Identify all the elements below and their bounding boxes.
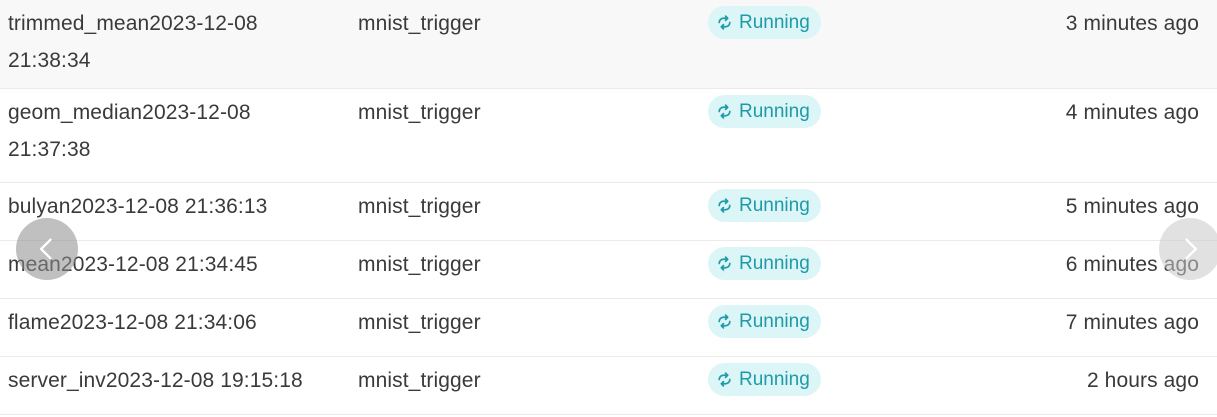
run-trigger: mnist_trigger [358,311,481,334]
chevron-left-icon [40,238,52,260]
run-trigger: mnist_trigger [358,253,481,276]
status-label: Running [739,369,810,390]
status-label: Running [739,253,810,274]
status-badge: Running [708,247,821,280]
sync-icon [718,15,731,30]
status-label: Running [739,12,810,33]
run-trigger: mnist_trigger [358,195,481,218]
table-row[interactable]: bulyan2023-12-08 21:36:13 mnist_trigger … [0,183,1217,241]
table-row[interactable]: geom_median2023-12-08 21:37:38 mnist_tri… [0,89,1217,183]
run-trigger: mnist_trigger [358,12,481,35]
sync-icon [718,314,731,329]
run-time: 4 minutes ago [1065,101,1199,124]
status-badge: Running [708,189,821,222]
run-time: 3 minutes ago [1065,12,1199,35]
run-trigger: mnist_trigger [358,369,481,392]
status-label: Running [739,195,810,216]
sync-icon [718,198,731,213]
run-name: flame2023-12-08 21:34:06 [8,311,257,334]
status-badge: Running [708,95,821,128]
table-row[interactable]: trimmed_mean2023-12-08 21:38:34 mnist_tr… [0,0,1217,89]
run-trigger: mnist_trigger [358,101,481,124]
run-time: 7 minutes ago [1065,311,1199,334]
chevron-right-icon [1185,238,1197,260]
status-label: Running [739,101,810,122]
carousel-prev-button[interactable] [16,218,78,280]
run-name: trimmed_mean2023-12-08 21:38:34 [8,12,258,72]
run-name: server_inv2023-12-08 19:15:18 [8,369,303,392]
sync-icon [718,104,731,119]
run-name: geom_median2023-12-08 21:37:38 [8,101,251,161]
run-time: 2 hours ago [1086,369,1199,392]
status-label: Running [739,311,810,332]
table-row[interactable]: flame2023-12-08 21:34:06 mnist_trigger R… [0,299,1217,357]
table-row[interactable]: server_inv2023-12-08 19:15:18 mnist_trig… [0,357,1217,415]
status-badge: Running [708,6,821,39]
sync-icon [718,256,731,271]
status-badge: Running [708,363,821,396]
carousel-next-button[interactable] [1159,218,1217,280]
runs-table: trimmed_mean2023-12-08 21:38:34 mnist_tr… [0,0,1217,417]
sync-icon [718,372,731,387]
status-badge: Running [708,305,821,338]
table-row[interactable]: mean2023-12-08 21:34:45 mnist_trigger Ru… [0,241,1217,299]
